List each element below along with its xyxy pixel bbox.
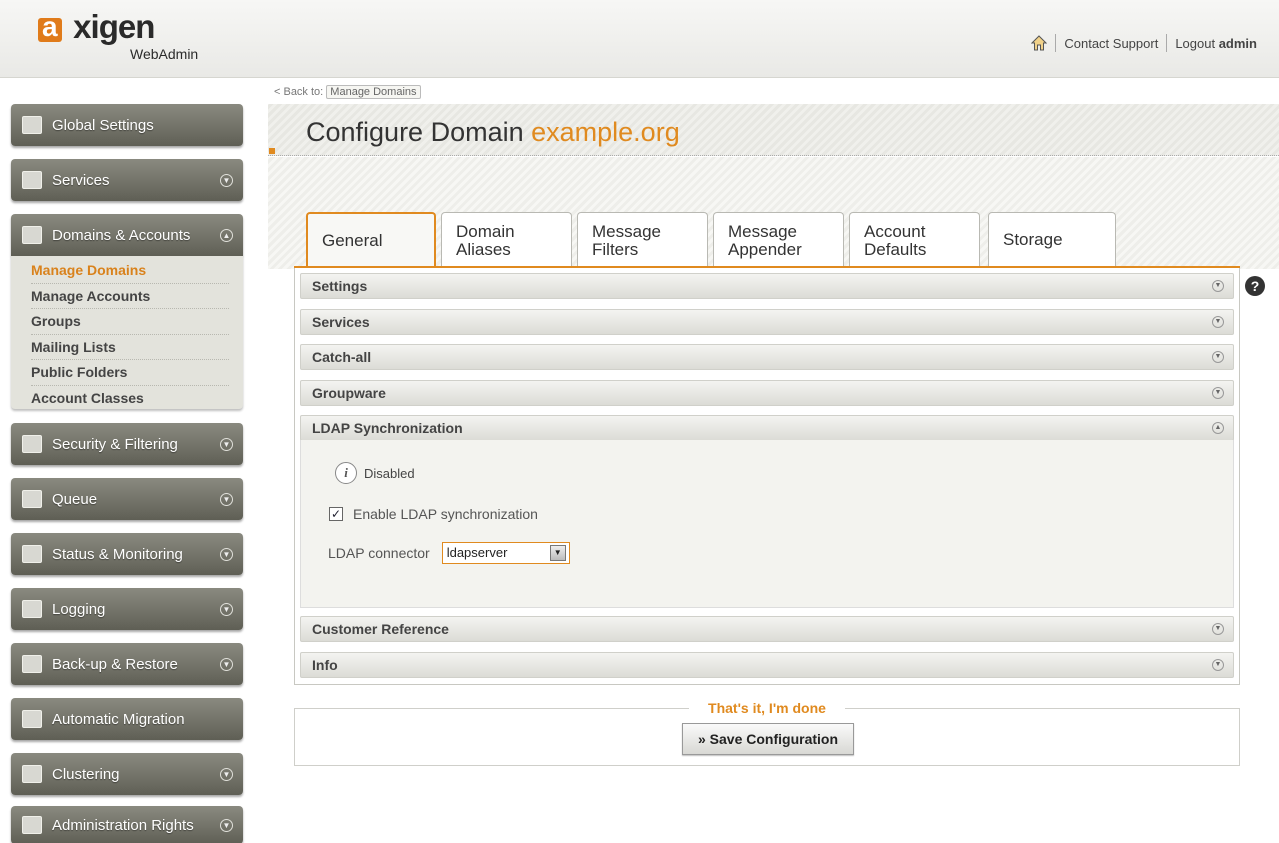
- help-icon[interactable]: ?: [1245, 276, 1265, 296]
- username: admin: [1218, 35, 1257, 51]
- section-ldap-synchronization[interactable]: LDAP Synchronization ▲: [300, 415, 1234, 441]
- domains-subnav: Manage Domains Manage Accounts Groups Ma…: [11, 256, 243, 409]
- contact-support-link[interactable]: Contact Support: [1064, 36, 1158, 51]
- queue-icon: [22, 490, 42, 508]
- ldap-connector-row: LDAP connector ldapserver ▼: [328, 542, 570, 564]
- sidebar-item-automatic-migration[interactable]: Automatic Migration: [11, 698, 243, 740]
- chevron-down-icon[interactable]: ▼: [220, 602, 233, 616]
- enable-ldap-row: ✓ Enable LDAP synchronization: [329, 506, 538, 522]
- chevron-down-icon[interactable]: ▼: [220, 547, 233, 561]
- subnav-mailing-lists[interactable]: Mailing Lists: [31, 335, 229, 360]
- subnav-manage-domains[interactable]: Manage Domains: [31, 258, 229, 284]
- home-icon[interactable]: [1031, 35, 1048, 51]
- section-groupware[interactable]: Groupware ▼: [300, 380, 1234, 406]
- chevron-down-icon[interactable]: ▼: [220, 492, 233, 506]
- chevron-down-icon[interactable]: ▼: [220, 818, 233, 832]
- sidebar-item-logging[interactable]: Logging ▼: [11, 588, 243, 630]
- tab-message-appender[interactable]: Message Appender: [713, 212, 844, 267]
- tab-storage[interactable]: Storage: [988, 212, 1116, 267]
- chevron-down-icon[interactable]: ▼: [1212, 280, 1224, 292]
- section-services[interactable]: Services ▼: [300, 309, 1234, 335]
- section-info[interactable]: Info ▼: [300, 652, 1234, 678]
- chevron-down-icon[interactable]: ▼: [1212, 659, 1224, 671]
- chevron-up-icon[interactable]: ▲: [220, 228, 233, 242]
- domains-icon: [22, 226, 42, 244]
- header: a xigen WebAdmin Contact Support Logout …: [0, 0, 1279, 78]
- chevron-down-icon[interactable]: ▼: [1212, 316, 1224, 328]
- chevron-down-icon[interactable]: ▼: [1212, 387, 1224, 399]
- migration-icon: [22, 710, 42, 728]
- enable-ldap-checkbox[interactable]: ✓: [329, 507, 343, 521]
- subnav-account-classes[interactable]: Account Classes: [31, 386, 229, 412]
- sidebar-item-status-monitoring[interactable]: Status & Monitoring ▼: [11, 533, 243, 575]
- save-fieldset: That's it, I'm done » Save Configuration: [294, 700, 1240, 766]
- backup-icon: [22, 655, 42, 673]
- title-bar: Configure Domain example.org: [268, 104, 1279, 156]
- chevron-down-icon[interactable]: ▼: [1212, 351, 1224, 363]
- section-settings[interactable]: Settings ▼: [300, 273, 1234, 299]
- security-icon: [22, 435, 42, 453]
- sidebar-item-backup-restore[interactable]: Back-up & Restore ▼: [11, 643, 243, 685]
- tab-domain-aliases[interactable]: Domain Aliases: [441, 212, 572, 267]
- sidebar-item-services[interactable]: Services ▼: [11, 159, 243, 201]
- chevron-down-icon[interactable]: ▼: [220, 657, 233, 671]
- cluster-icon: [22, 765, 42, 783]
- tab-message-filters[interactable]: Message Filters: [577, 212, 708, 267]
- chevron-down-icon[interactable]: ▼: [220, 437, 233, 451]
- top-links: Contact Support Logout admin: [1031, 34, 1257, 52]
- section-customer-reference[interactable]: Customer Reference ▼: [300, 616, 1234, 642]
- subnav-manage-accounts[interactable]: Manage Accounts: [31, 284, 229, 309]
- sidebar-item-clustering[interactable]: Clustering ▼: [11, 753, 243, 795]
- chevron-down-icon[interactable]: ▼: [220, 173, 233, 187]
- sidebar-item-domains-accounts[interactable]: Domains & Accounts ▲: [11, 214, 243, 256]
- breadcrumb: < Back to: Manage Domains: [274, 85, 421, 99]
- ldap-status: i Disabled: [335, 462, 415, 484]
- chevron-down-icon[interactable]: ▼: [220, 767, 233, 781]
- tab-account-defaults[interactable]: Account Defaults: [849, 212, 980, 267]
- admin-icon: [22, 816, 42, 834]
- sidebar-item-global-settings[interactable]: Global Settings: [11, 104, 243, 146]
- logo-subtitle: WebAdmin: [130, 46, 199, 62]
- done-legend: That's it, I'm done: [689, 700, 845, 716]
- page-title: Configure Domain example.org: [306, 117, 680, 147]
- back-to-manage-domains-link[interactable]: Manage Domains: [326, 85, 421, 99]
- logout-link[interactable]: Logout admin: [1175, 36, 1257, 51]
- services-icon: [22, 171, 42, 189]
- subnav-public-folders[interactable]: Public Folders: [31, 360, 229, 386]
- globe-icon: [22, 116, 42, 134]
- tab-general[interactable]: General: [306, 212, 436, 269]
- subnav-groups[interactable]: Groups: [31, 309, 229, 335]
- sidebar-item-security-filtering[interactable]: Security & Filtering ▼: [11, 423, 243, 465]
- general-panel: Settings ▼ Services ▼ Catch-all ▼ Groupw…: [294, 268, 1240, 685]
- chevron-up-icon[interactable]: ▲: [1212, 422, 1224, 434]
- chevron-down-icon[interactable]: ▼: [1212, 623, 1224, 635]
- dropdown-arrow-icon[interactable]: ▼: [549, 545, 566, 561]
- info-icon: i: [335, 462, 357, 484]
- logging-icon: [22, 600, 42, 618]
- ldap-connector-select[interactable]: ldapserver ▼: [441, 542, 570, 564]
- save-configuration-button[interactable]: » Save Configuration: [682, 723, 854, 755]
- monitor-icon: [22, 545, 42, 563]
- section-catch-all[interactable]: Catch-all ▼: [300, 344, 1234, 370]
- sidebar-item-queue[interactable]: Queue ▼: [11, 478, 243, 520]
- domain-name: example.org: [531, 117, 680, 147]
- sidebar-item-administration-rights[interactable]: Administration Rights ▼: [11, 806, 243, 843]
- ldap-section-body: i Disabled ✓ Enable LDAP synchronization…: [300, 440, 1234, 608]
